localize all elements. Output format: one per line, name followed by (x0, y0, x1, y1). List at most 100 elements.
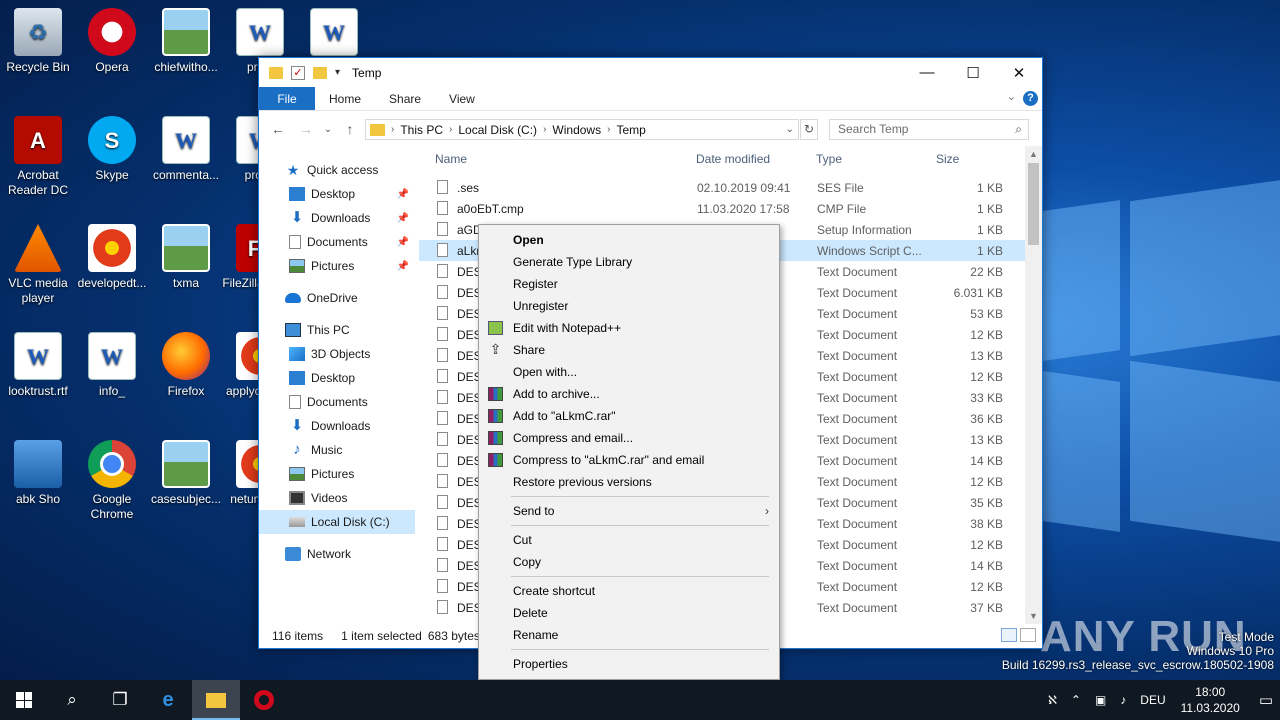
task-view-button[interactable]: ❐ (96, 680, 144, 720)
column-date-modified[interactable]: Date modified (696, 152, 770, 166)
desktop-icon-firefox[interactable]: Firefox (148, 332, 224, 399)
desktop-icon-txma[interactable]: txma (148, 224, 224, 291)
nav-item-music[interactable]: ♪ Music (259, 438, 415, 462)
breadcrumb-temp[interactable]: Temp (616, 123, 645, 137)
nav-item-quick-access[interactable]: ★ Quick access (259, 158, 415, 182)
vertical-scrollbar[interactable]: ▲ ▼ (1025, 146, 1042, 624)
title-bar[interactable]: ✓ ▾ Temp — ☐ ✕ (259, 58, 1042, 87)
nav-item-network[interactable]: Network (259, 542, 415, 566)
opera-taskbar-button[interactable] (240, 680, 288, 720)
recent-locations-button[interactable]: ⌄ (323, 124, 333, 135)
desktop-icon-skype[interactable]: S Skype (74, 116, 150, 183)
column-size[interactable]: Size (936, 152, 959, 166)
maximize-button[interactable]: ☐ (950, 58, 996, 87)
back-button[interactable]: ← (267, 121, 289, 137)
network-icon[interactable]: ▣ (1095, 693, 1106, 707)
menu-item-add-to-alkmc-rar[interactable]: Add to "aLkmC.rar" (479, 405, 779, 427)
breadcrumb-local-disk[interactable]: Local Disk (C:) (458, 123, 537, 137)
nav-item-this-pc[interactable]: This PC (259, 318, 415, 342)
properties-icon[interactable]: ✓ (291, 65, 305, 80)
menu-item-generate-type-library[interactable]: Generate Type Library (479, 251, 779, 273)
forward-button[interactable]: → (295, 121, 317, 137)
input-language[interactable]: DEU (1140, 693, 1165, 707)
desktop-icon-developedt[interactable]: developedt... (74, 224, 150, 291)
menu-item-register[interactable]: Register (479, 273, 779, 295)
breadcrumb-this-pc[interactable]: This PC (400, 123, 443, 137)
desktop-icon-google-chrome[interactable]: Google Chrome (74, 440, 150, 522)
nav-item-documents[interactable]: Documents 📌 (259, 230, 415, 254)
desktop-icon-acrobat-reader-dc[interactable]: A Acrobat Reader DC (0, 116, 76, 198)
menu-item-restore-previous-versions[interactable]: Restore previous versions (479, 471, 779, 493)
menu-item-unregister[interactable]: Unregister (479, 295, 779, 317)
table-row[interactable]: .ses 02.10.2019 09:41 SES File 1 KB (419, 177, 1029, 198)
desktop-icon-chiefwitho[interactable]: chiefwitho... (148, 8, 224, 75)
up-button[interactable]: ↑ (339, 121, 361, 137)
tab-view[interactable]: View (435, 87, 489, 110)
menu-item-send-to[interactable]: Send to › (479, 500, 779, 522)
scroll-thumb[interactable] (1028, 163, 1039, 245)
tab-share[interactable]: Share (375, 87, 435, 110)
menu-item-open-with[interactable]: Open with... (479, 361, 779, 383)
expand-ribbon-icon[interactable]: ⌄ (1007, 90, 1016, 103)
help-icon[interactable]: ? (1023, 91, 1038, 106)
action-center-icon[interactable]: ▭ (1259, 691, 1273, 709)
menu-item-open[interactable]: Open (479, 229, 779, 251)
show-hidden-icons[interactable]: ⌃ (1071, 693, 1081, 707)
people-icon[interactable]: ℵ (1048, 693, 1057, 707)
volume-icon[interactable]: ♪ (1120, 693, 1126, 707)
breadcrumb-windows[interactable]: Windows (552, 123, 601, 137)
nav-item-pictures[interactable]: Pictures (259, 462, 415, 486)
explorer-taskbar-button[interactable] (192, 680, 240, 720)
column-type[interactable]: Type (816, 152, 842, 166)
clock[interactable]: 18:00 11.03.2020 (1181, 684, 1240, 716)
nav-item-pictures[interactable]: Pictures 📌 (259, 254, 415, 278)
pin-icon[interactable]: 📌 (397, 189, 409, 200)
pin-icon[interactable]: 📌 (397, 213, 409, 224)
menu-item-copy[interactable]: Copy (479, 551, 779, 573)
nav-item-documents[interactable]: Documents (259, 390, 415, 414)
scroll-up-icon[interactable]: ▲ (1025, 149, 1042, 159)
table-row[interactable]: a0oEbT.cmp 11.03.2020 17:58 CMP File 1 KB (419, 198, 1029, 219)
nav-item-desktop[interactable]: Desktop (259, 366, 415, 390)
large-icons-view-icon[interactable] (1020, 628, 1036, 642)
nav-item-videos[interactable]: Videos (259, 486, 415, 510)
desktop-icon-blank[interactable]: W (296, 8, 372, 60)
nav-item-downloads[interactable]: ⬇ Downloads 📌 (259, 206, 415, 230)
address-bar[interactable]: › This PC › Local Disk (C:) › Windows › … (365, 119, 799, 140)
desktop-icon-commenta[interactable]: Wcommenta... (148, 116, 224, 183)
nav-item-onedrive[interactable]: OneDrive (259, 286, 415, 310)
address-dropdown-icon[interactable]: ⌄ (786, 124, 794, 135)
search-input[interactable]: Search Temp ⌕ (829, 119, 1029, 140)
start-button[interactable] (0, 680, 48, 720)
desktop-icon-casesubjec[interactable]: casesubjec... (148, 440, 224, 507)
scroll-down-icon[interactable]: ▼ (1025, 611, 1042, 621)
edge-taskbar-button[interactable]: e (144, 680, 192, 720)
desktop-icon-abk-sho[interactable]: abk Sho (0, 440, 76, 507)
menu-item-compress-to-alkmc-rar-and-email[interactable]: Compress to "aLkmC.rar" and email (479, 449, 779, 471)
menu-item-cut[interactable]: Cut (479, 529, 779, 551)
desktop-icon-recycle-bin[interactable]: ♻ Recycle Bin (0, 8, 76, 75)
search-taskbar-button[interactable]: ⌕ (48, 680, 96, 720)
menu-item-create-shortcut[interactable]: Create shortcut (479, 580, 779, 602)
close-button[interactable]: ✕ (996, 58, 1042, 87)
refresh-button[interactable]: ↻ (800, 119, 818, 140)
customize-toolbar-icon[interactable]: ▾ (335, 67, 340, 78)
menu-item-add-to-archive[interactable]: Add to archive... (479, 383, 779, 405)
menu-item-rename[interactable]: Rename (479, 624, 779, 646)
details-view-icon[interactable] (1001, 628, 1017, 642)
menu-item-properties[interactable]: Properties (479, 653, 779, 675)
column-name[interactable]: Name (435, 152, 467, 166)
new-folder-icon[interactable] (313, 66, 327, 79)
desktop-icon-info[interactable]: Winfo_ (74, 332, 150, 399)
pin-icon[interactable]: 📌 (397, 261, 409, 272)
menu-item-edit-with-notepad[interactable]: Edit with Notepad++ (479, 317, 779, 339)
tab-file[interactable]: File (259, 87, 315, 110)
tab-home[interactable]: Home (315, 87, 375, 110)
nav-item-3d-objects[interactable]: 3D Objects (259, 342, 415, 366)
desktop-icon-vlc-media-player[interactable]: VLC media player (0, 224, 76, 306)
desktop-icon-looktrust-rtf[interactable]: Wlooktrust.rtf (0, 332, 76, 399)
menu-item-compress-and-email[interactable]: Compress and email... (479, 427, 779, 449)
pin-icon[interactable]: 📌 (397, 237, 409, 248)
nav-item-local-disk-c[interactable]: Local Disk (C:) (259, 510, 415, 534)
menu-item-share[interactable]: ⇪ Share (479, 339, 779, 361)
